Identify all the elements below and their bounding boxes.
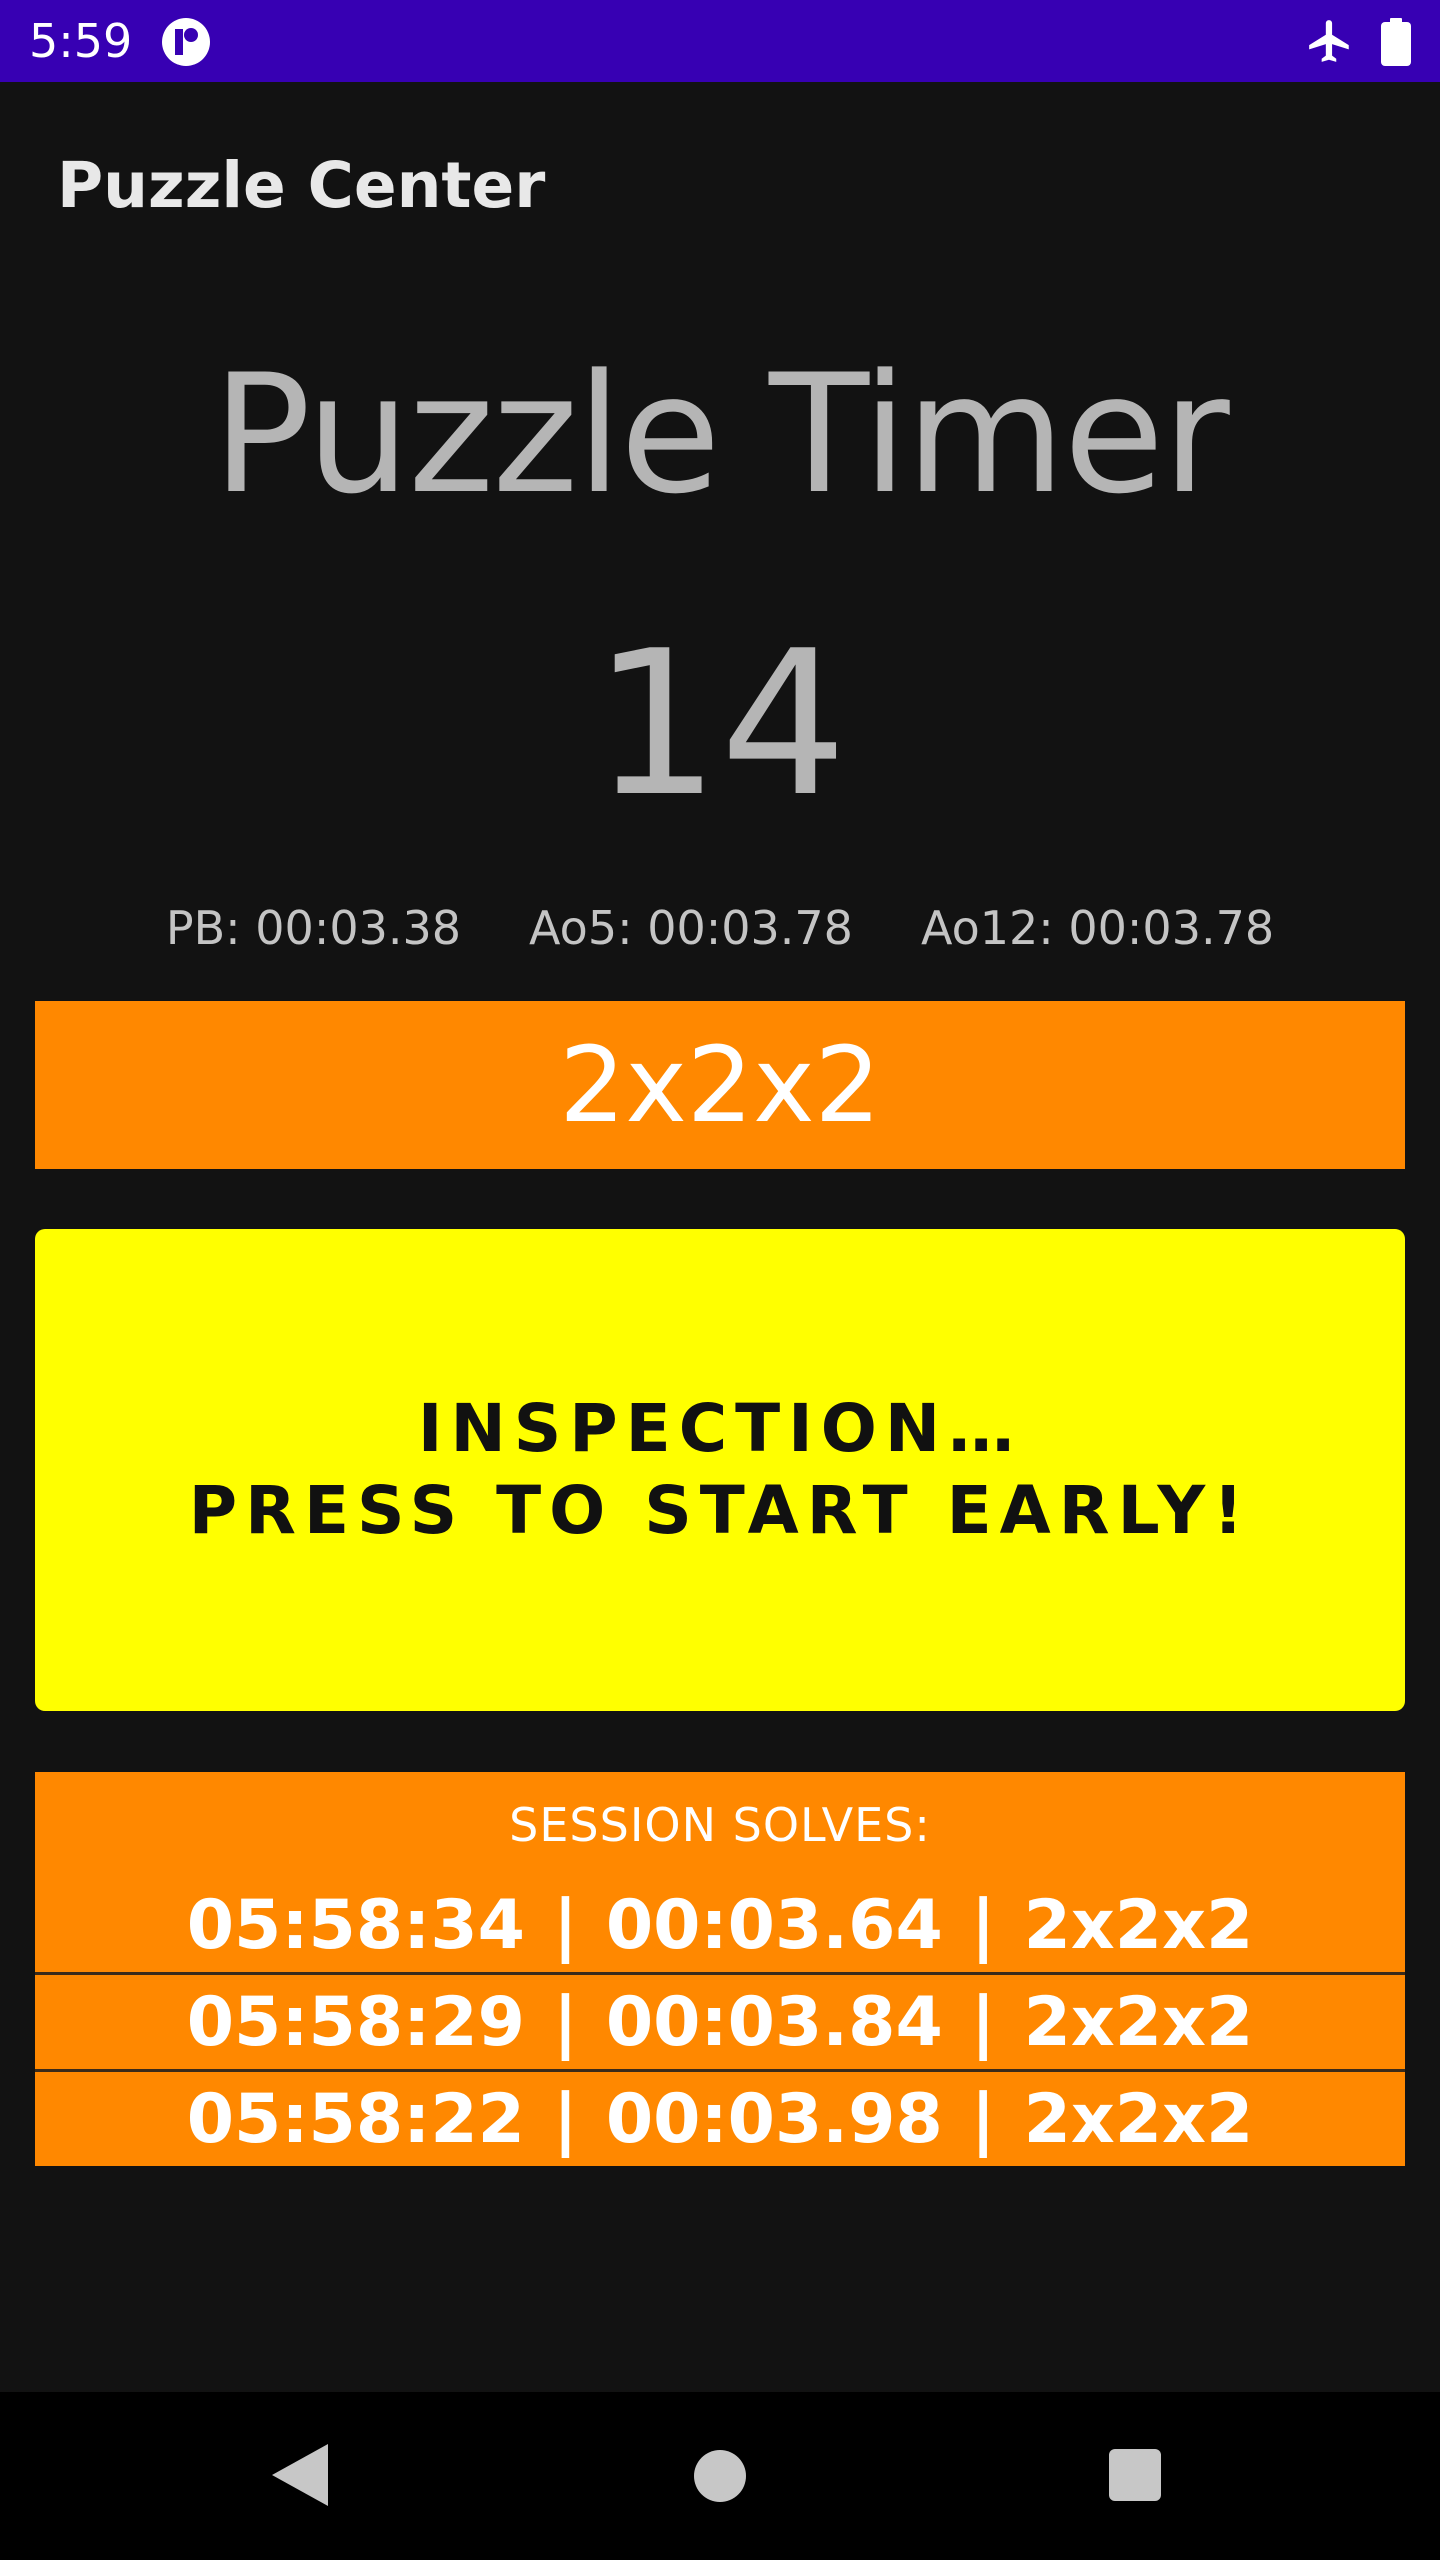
solve-row[interactable]: 05:58:22 | 00:03.98 | 2x2x2 [35, 2072, 1405, 2166]
solve-separator: | [970, 1885, 996, 1965]
solve-time-of-day: 05:58:22 [186, 2079, 525, 2159]
solve-row[interactable]: 05:58:34 | 00:03.64 | 2x2x2 [35, 1878, 1405, 1975]
solve-time-of-day: 05:58:34 [186, 1885, 525, 1965]
stat-personal-best: PB: 00:03.38 [165, 901, 462, 955]
solve-time-of-day: 05:58:29 [186, 1982, 525, 2062]
solve-puzzle: 2x2x2 [1023, 1982, 1254, 2062]
stats-row: PB: 00:03.38 Ao5: 00:03.78 Ao12: 00:03.7… [0, 900, 1440, 956]
solve-row[interactable]: 05:58:29 | 00:03.84 | 2x2x2 [35, 1975, 1405, 2072]
timer-button-line-2: PRESS TO START EARLY! [188, 1472, 1252, 1549]
back-icon[interactable] [270, 2442, 330, 2508]
battery-icon [1381, 18, 1411, 66]
stat-average-of-12: Ao12: 00:03.78 [920, 901, 1275, 955]
puzzle-type-label: 2x2x2 [559, 1024, 881, 1146]
session-solves-list: SESSION SOLVES: 05:58:34 | 00:03.64 | 2x… [35, 1772, 1405, 2166]
solve-puzzle: 2x2x2 [1023, 1885, 1254, 1965]
solve-separator: | [553, 1885, 578, 1965]
status-time: 5:59 [29, 14, 133, 68]
puzzle-type-selector[interactable]: 2x2x2 [35, 1001, 1405, 1169]
page-title: Puzzle Timer [212, 339, 1230, 530]
stat-average-of-5: Ao5: 00:03.78 [529, 901, 853, 955]
status-bar: 5:59 [0, 0, 1440, 82]
airplane-mode-icon [1309, 20, 1349, 62]
inspection-countdown: 14 [592, 608, 848, 841]
solve-separator: | [553, 2079, 578, 2159]
solve-separator: | [970, 2079, 996, 2159]
timer-button-line-1: INSPECTION… [417, 1390, 1023, 1467]
app-title: Puzzle Center [57, 149, 546, 222]
recents-icon[interactable] [1109, 2449, 1161, 2501]
solve-separator: | [970, 1982, 996, 2062]
solve-separator: | [553, 1982, 578, 2062]
home-icon[interactable] [694, 2450, 746, 2502]
solve-duration: 00:03.64 [605, 1885, 943, 1965]
session-solves-header: SESSION SOLVES: [509, 1798, 931, 1852]
solve-puzzle: 2x2x2 [1023, 2079, 1254, 2159]
solve-duration: 00:03.84 [605, 1982, 943, 2062]
app-notification-icon [162, 18, 210, 66]
solve-duration: 00:03.98 [605, 2079, 943, 2159]
timer-start-button[interactable]: INSPECTION… PRESS TO START EARLY! [35, 1229, 1405, 1711]
